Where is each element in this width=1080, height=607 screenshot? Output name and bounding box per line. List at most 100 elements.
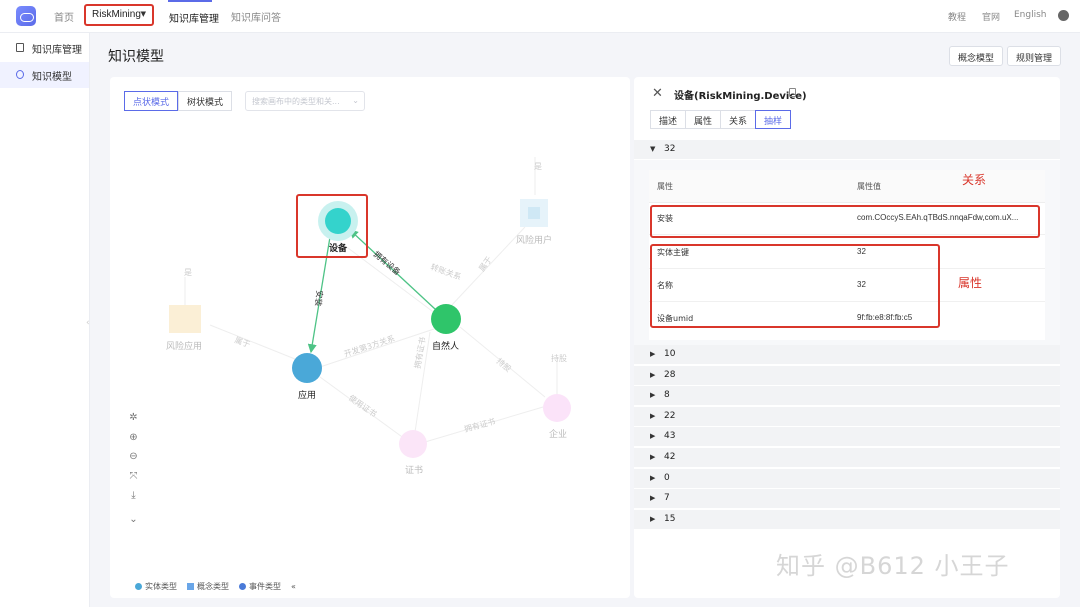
- cert-node-label: 证书: [405, 465, 423, 476]
- entity-dot-icon: [135, 583, 142, 590]
- app-logo[interactable]: [16, 6, 36, 26]
- company-node[interactable]: [543, 394, 571, 422]
- caret-right-icon: ▶: [650, 391, 656, 400]
- sidebar-item-kb-model[interactable]: 知识模型: [0, 62, 89, 88]
- risk-user-node-label: 风险用户: [516, 234, 552, 246]
- nav-kb-qa[interactable]: 知识库问答: [231, 9, 281, 24]
- language-switch[interactable]: English: [1014, 10, 1047, 20]
- caret-right-icon: ▶: [650, 370, 656, 379]
- sidebar-item-label: 知识模型: [32, 72, 72, 83]
- sample-group-row[interactable]: ▶ 15: [634, 509, 1060, 530]
- edge-label-belongs: 属于: [477, 255, 494, 273]
- cert-node[interactable]: [399, 430, 427, 458]
- tab-relations[interactable]: 关系: [720, 110, 757, 129]
- watermark: 知乎 @B612 小王子: [776, 552, 1010, 580]
- relation-highlight-box: [650, 205, 1040, 238]
- legend-collapse-icon[interactable]: «: [291, 582, 296, 591]
- legend-event-label: 事件类型: [249, 582, 281, 591]
- copy-icon[interactable]: [789, 88, 796, 97]
- sample-group-row[interactable]: ▶ 10: [634, 345, 1060, 365]
- edge-faded: [339, 241, 441, 318]
- tutorial-link[interactable]: 教程: [948, 10, 966, 23]
- top-bar: 首页 RiskMining ▼ 知识库管理 知识库问答 教程 官网 Englis…: [0, 0, 1080, 33]
- mode-tree-button[interactable]: 树状模式: [178, 91, 233, 111]
- auto-layout-icon[interactable]: ✲: [128, 412, 139, 423]
- legend-event: 事件类型: [239, 581, 281, 592]
- collapse-sidebar-handle[interactable]: ‹: [86, 318, 90, 328]
- col-header-attr: 属性: [657, 182, 673, 191]
- risk-user-node-inner: [528, 207, 540, 219]
- legend-entity-label: 实体类型: [145, 582, 177, 591]
- zoom-out-icon[interactable]: ⊖: [128, 451, 139, 462]
- sidebar-item-kb-manage[interactable]: 知识库管理: [0, 35, 89, 61]
- website-link[interactable]: 官网: [982, 10, 1000, 23]
- company-node-label: 企业: [549, 428, 567, 440]
- detail-tabs: 描述 属性 关系 抽样: [650, 110, 792, 129]
- graph-search-placeholder: 搜索画布中的类型和关...: [252, 97, 340, 106]
- graph-panel: 设备 自然人 应用 风险用户 风险应用 企业 证书 拥有设备 安装 属于 转账关…: [110, 77, 630, 598]
- tab-attributes[interactable]: 属性: [685, 110, 722, 129]
- person-node-label: 自然人: [432, 340, 459, 352]
- sample-group-id: 0: [664, 472, 670, 483]
- sample-group-row[interactable]: ▶ 8: [634, 386, 1060, 407]
- sample-group-row[interactable]: ▶ 28: [634, 365, 1060, 386]
- device-node-label: 设备: [329, 242, 348, 254]
- caret-right-icon: ▶: [650, 514, 656, 523]
- download-icon[interactable]: ⤓: [128, 490, 139, 501]
- edge-label-install: 安装: [313, 290, 325, 307]
- fit-screen-icon[interactable]: ⤧: [128, 471, 139, 482]
- app-node-label: 应用: [298, 389, 316, 401]
- github-icon[interactable]: [1058, 10, 1069, 21]
- sample-group-id: 43: [664, 431, 676, 442]
- attribute-highlight-box: [650, 244, 940, 328]
- concept-square-icon: [187, 583, 194, 590]
- namespace-select[interactable]: RiskMining ▼: [84, 4, 154, 26]
- sample-group-id: 8: [664, 390, 670, 401]
- mode-point-button[interactable]: 点状模式: [124, 91, 179, 111]
- edge-label-transfer: 转账关系: [429, 261, 462, 281]
- collapse-toolbar-icon[interactable]: ⌄: [128, 514, 139, 525]
- graph-legend: 实体类型 概念类型 事件类型 «: [135, 581, 296, 592]
- sample-group-id: 7: [664, 493, 670, 504]
- annotation-relation: 关系: [962, 173, 987, 187]
- sample-group-row[interactable]: ▶ 0: [634, 468, 1060, 489]
- caret-right-icon: ▶: [650, 432, 656, 441]
- detail-title: 设备(RiskMining.Device): [674, 91, 807, 102]
- device-node[interactable]: [325, 208, 351, 234]
- sample-group-row[interactable]: ▼ 32: [634, 140, 1060, 160]
- mode-toggle: 点状模式 树状模式: [124, 91, 233, 111]
- nav-kb-manage-label: 知识库管理: [169, 14, 219, 25]
- sample-group-row[interactable]: ▶ 22: [634, 406, 1060, 427]
- caret-right-icon: ▶: [650, 453, 656, 461]
- person-node[interactable]: [431, 304, 461, 334]
- edge-faded: [209, 324, 296, 360]
- close-icon[interactable]: ✕: [652, 86, 663, 101]
- edge-label-own-cert: 拥有证书: [463, 416, 496, 434]
- annotation-attribute: 属性: [958, 276, 983, 290]
- sample-group-row[interactable]: ▶ 43: [634, 427, 1060, 448]
- edge-label-dev-relation: 开发第3方关系: [343, 333, 397, 359]
- nav-kb-manage[interactable]: 知识库管理: [168, 0, 219, 33]
- app-node[interactable]: [292, 353, 322, 383]
- tab-sample[interactable]: 抽样: [755, 110, 792, 129]
- zoom-in-icon[interactable]: ⊕: [128, 432, 139, 443]
- graph-search-select[interactable]: 搜索画布中的类型和关... ⌄: [245, 91, 365, 111]
- caret-right-icon: ▶: [650, 473, 656, 482]
- graph-canvas[interactable]: 设备 自然人 应用 风险用户 风险应用 企业 证书 拥有设备 安装 属于 转账关…: [110, 77, 630, 598]
- sidebar-item-label: 知识库管理: [32, 45, 82, 56]
- sample-group-row[interactable]: ▶ 42: [634, 448, 1060, 468]
- edge-label-holds2: 持股: [551, 353, 567, 363]
- sample-group-id: 10: [664, 349, 676, 359]
- sample-group-id: 22: [664, 410, 676, 421]
- legend-entity: 实体类型: [135, 581, 177, 592]
- legend-concept-label: 概念类型: [197, 582, 229, 591]
- cube-icon: [16, 70, 24, 79]
- risk-app-node[interactable]: [169, 305, 201, 333]
- sample-group-row[interactable]: ▶ 7: [634, 489, 1060, 510]
- tab-description[interactable]: 描述: [650, 110, 687, 129]
- caret-right-icon: ▶: [650, 411, 656, 420]
- event-dot-icon: [239, 583, 246, 590]
- concept-model-button[interactable]: 概念模型: [949, 46, 1004, 66]
- rule-manage-button[interactable]: 规则管理: [1007, 46, 1062, 66]
- nav-home[interactable]: 首页: [54, 9, 74, 24]
